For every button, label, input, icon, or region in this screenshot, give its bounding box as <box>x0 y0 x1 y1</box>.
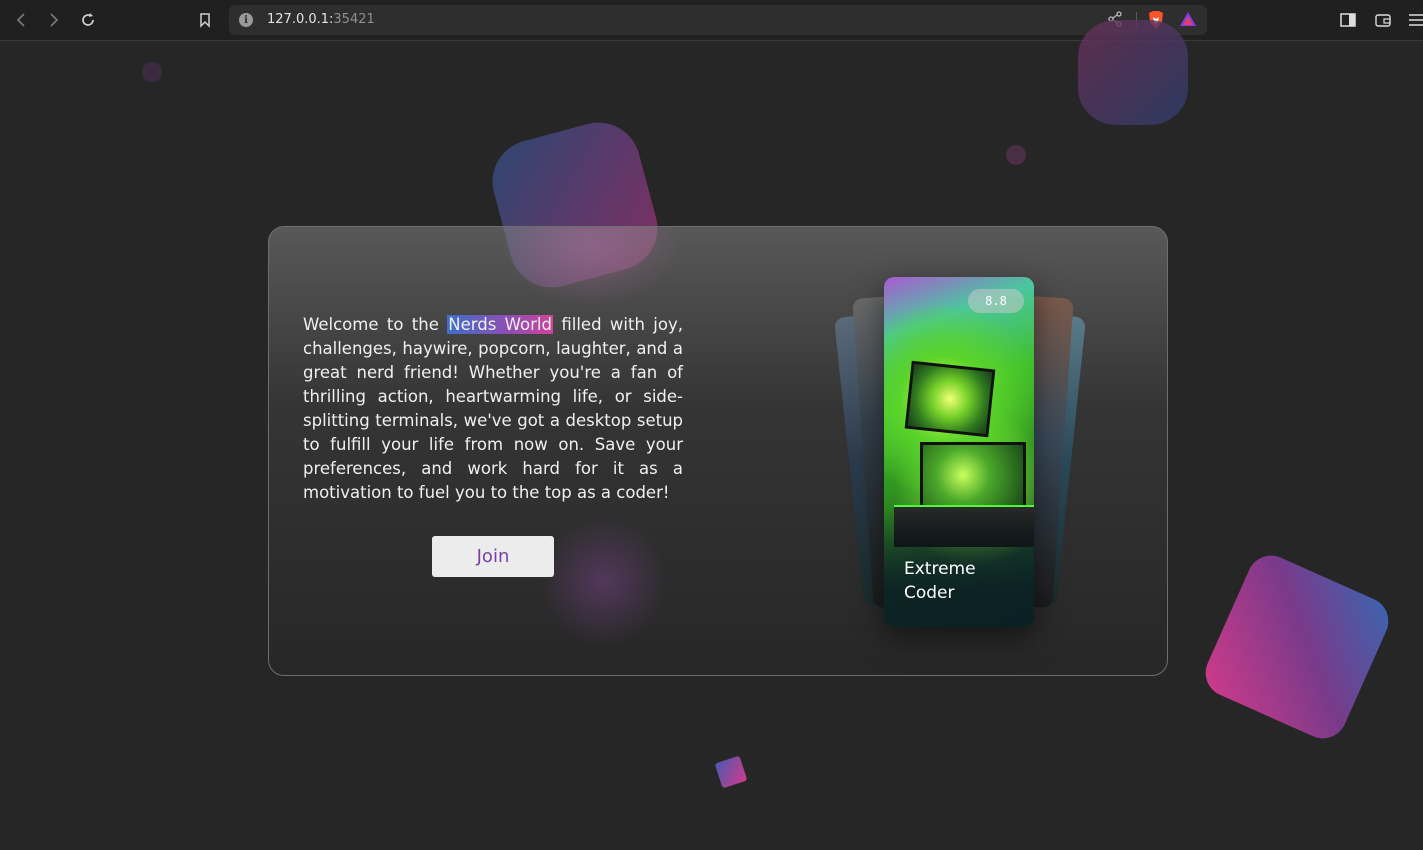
background-square <box>1197 547 1397 747</box>
card-title: Extreme Coder <box>904 559 976 603</box>
address-bar[interactable]: i 127.0.0.1:35421 <box>229 5 1207 35</box>
back-icon[interactable] <box>9 8 33 32</box>
card-image <box>920 442 1026 508</box>
highlighted-text: Nerds World <box>447 315 553 334</box>
rewards-icon[interactable] <box>1179 11 1197 31</box>
menu-icon[interactable] <box>1404 8 1423 32</box>
rating-badge: 8.8 <box>968 289 1024 313</box>
intro-paragraph: Welcome to the Nerds World filled with j… <box>303 315 683 502</box>
glow <box>501 227 681 307</box>
card-image <box>904 360 996 438</box>
background-blob <box>1078 20 1188 125</box>
browser-toolbar: i 127.0.0.1:35421 <box>0 0 1423 41</box>
sidebar-icon[interactable] <box>1336 8 1360 32</box>
join-button[interactable]: Join <box>432 536 554 577</box>
site-info-icon[interactable]: i <box>239 13 253 27</box>
url-text[interactable]: 127.0.0.1:35421 <box>267 12 375 27</box>
card-stack[interactable]: 8.8 Extreme Coder <box>833 275 1087 635</box>
wallet-icon[interactable] <box>1371 8 1395 32</box>
forward-icon[interactable] <box>42 8 66 32</box>
bookmark-icon[interactable] <box>193 8 217 32</box>
reload-icon[interactable] <box>76 8 100 32</box>
glow <box>539 517 669 647</box>
welcome-card: Welcome to the Nerds World filled with j… <box>268 226 1168 676</box>
featured-card[interactable]: 8.8 Extreme Coder <box>884 277 1034 627</box>
background-dot <box>1006 145 1026 165</box>
background-square-small <box>714 755 748 789</box>
background-dot <box>142 62 162 82</box>
